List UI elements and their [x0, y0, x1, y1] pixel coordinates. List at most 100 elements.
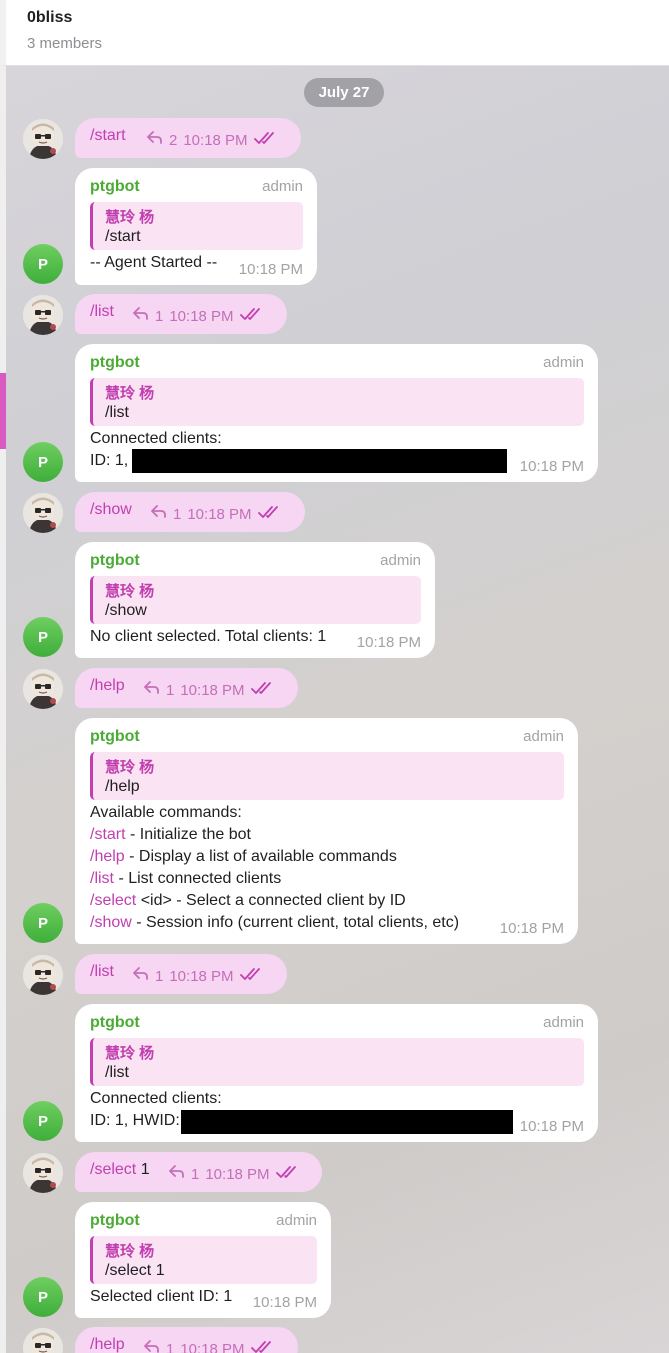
reply-quote[interactable]: 慧玲 杨 /show	[90, 576, 421, 624]
member-count: 3 members	[27, 35, 103, 52]
reply-count[interactable]: 1	[155, 308, 163, 325]
outgoing-message[interactable]: /list 1 10:18 PM	[75, 954, 287, 994]
reply-count[interactable]: 1	[173, 506, 181, 523]
message-list[interactable]: July 27 /start 2 10:18 PM ptgbot admin 慧…	[6, 66, 669, 1353]
command-link[interactable]: /select	[90, 892, 136, 909]
command-text[interactable]: /help	[90, 677, 125, 695]
sender-name[interactable]: ptgbot	[90, 728, 140, 746]
command-text[interactable]: /help	[90, 1336, 125, 1353]
command-name[interactable]: /select	[90, 1161, 136, 1178]
incoming-message[interactable]: ptgbot admin 慧玲 杨 /list Connected client…	[75, 344, 598, 482]
reply-icon	[151, 505, 167, 523]
message-text: No client selected. Total clients: 1	[90, 628, 327, 645]
message-time: 10:18 PM	[183, 131, 248, 149]
command-description: <id> - Select a connected client by ID	[136, 892, 406, 909]
command-text[interactable]: /list	[90, 963, 114, 981]
bot-avatar[interactable]: P	[23, 1101, 63, 1141]
message-meta: 2 10:18 PM	[147, 131, 276, 149]
reply-count[interactable]: 1	[155, 968, 163, 985]
command-description: - Display a list of available commands	[124, 848, 397, 865]
sender-name[interactable]: ptgbot	[90, 552, 140, 570]
message-time: 10:18 PM	[238, 261, 303, 278]
command-text[interactable]: /select 1	[90, 1161, 150, 1179]
quote-author: 慧玲 杨	[105, 385, 155, 402]
bot-avatar[interactable]: P	[23, 903, 63, 943]
quote-author: 慧玲 杨	[105, 583, 155, 600]
bot-avatar[interactable]: P	[23, 244, 63, 284]
outgoing-message[interactable]: /list 1 10:18 PM	[75, 294, 287, 334]
reply-count[interactable]: 1	[166, 1341, 174, 1353]
outgoing-message[interactable]: /help 1 10:18 PM	[75, 1327, 298, 1353]
incoming-message[interactable]: ptgbot admin 慧玲 杨 /help Available comman…	[75, 718, 578, 944]
command-text[interactable]: /show	[90, 501, 132, 519]
outgoing-message[interactable]: /help 1 10:18 PM	[75, 668, 298, 708]
reply-quote[interactable]: 慧玲 杨 /list	[90, 1038, 584, 1086]
command-link[interactable]: /start	[90, 826, 126, 843]
reply-quote[interactable]: 慧玲 杨 /start	[90, 202, 303, 250]
bot-avatar[interactable]: P	[23, 1277, 63, 1317]
command-link[interactable]: /list	[90, 870, 114, 887]
quote-text: /help	[105, 778, 140, 795]
incoming-message[interactable]: ptgbot admin 慧玲 杨 /start -- Agent Starte…	[75, 168, 317, 285]
date-separator: July 27	[304, 78, 384, 107]
reply-count[interactable]: 1	[166, 682, 174, 699]
double-check-icon	[239, 967, 262, 985]
message-meta: 1 10:18 PM	[133, 967, 262, 985]
incoming-message[interactable]: ptgbot admin 慧玲 杨 /show No client select…	[75, 542, 435, 658]
message-time: 10:18 PM	[205, 1165, 270, 1183]
double-check-icon	[257, 505, 280, 523]
message-time: 10:18 PM	[252, 1294, 317, 1311]
sender-name[interactable]: ptgbot	[90, 178, 140, 196]
message-meta: 1 10:18 PM	[169, 1165, 298, 1183]
reply-quote[interactable]: 慧玲 杨 /select 1	[90, 1236, 317, 1284]
message-time: 10:18 PM	[169, 967, 234, 985]
reply-count[interactable]: 2	[169, 132, 177, 149]
user-avatar[interactable]	[23, 1153, 63, 1193]
sender-role: admin	[523, 728, 564, 745]
command-link[interactable]: /show	[90, 914, 132, 931]
quote-author: 慧玲 杨	[105, 1243, 155, 1260]
chat-header[interactable]: 0bliss 3 members	[0, 0, 669, 66]
message-meta: 1 10:18 PM	[133, 307, 262, 325]
user-avatar[interactable]	[23, 669, 63, 709]
reply-icon	[133, 967, 149, 985]
message-time: 10:18 PM	[499, 920, 564, 937]
reply-icon	[169, 1165, 185, 1183]
user-avatar[interactable]	[23, 955, 63, 995]
reply-quote[interactable]: 慧玲 杨 /help	[90, 752, 564, 800]
message-time: 10:18 PM	[519, 1118, 584, 1135]
sender-name[interactable]: ptgbot	[90, 1014, 140, 1032]
quote-text: /show	[105, 602, 147, 619]
reply-count[interactable]: 1	[191, 1166, 199, 1183]
outgoing-message[interactable]: /select 1 1 10:18 PM	[75, 1152, 322, 1192]
outgoing-message[interactable]: /start 2 10:18 PM	[75, 118, 301, 158]
user-avatar[interactable]	[23, 493, 63, 533]
reply-quote[interactable]: 慧玲 杨 /list	[90, 378, 584, 426]
outgoing-message[interactable]: /show 1 10:18 PM	[75, 492, 305, 532]
command-text[interactable]: /start	[90, 127, 126, 145]
sender-name[interactable]: ptgbot	[90, 354, 140, 372]
incoming-message[interactable]: ptgbot admin 慧玲 杨 /list Connected client…	[75, 1004, 598, 1142]
message-time: 10:18 PM	[180, 1340, 245, 1353]
user-avatar[interactable]	[23, 295, 63, 335]
message-time: 10:18 PM	[180, 681, 245, 699]
message-text: -- Agent Started --	[90, 254, 218, 271]
sender-role: admin	[543, 1014, 584, 1031]
incoming-message[interactable]: ptgbot admin 慧玲 杨 /select 1 Selected cli…	[75, 1202, 331, 1318]
user-avatar[interactable]	[23, 1328, 63, 1353]
bot-avatar[interactable]: P	[23, 442, 63, 482]
command-link[interactable]: /help	[90, 848, 125, 865]
bot-avatar[interactable]: P	[23, 617, 63, 657]
chat-title[interactable]: 0bliss	[27, 9, 72, 27]
quote-text: /list	[105, 1064, 129, 1081]
message-text: ID: 1,	[90, 452, 129, 469]
double-check-icon	[275, 1165, 298, 1183]
command-description: - List connected clients	[114, 870, 282, 887]
message-text: Selected client ID: 1	[90, 1288, 233, 1305]
sender-name[interactable]: ptgbot	[90, 1212, 140, 1230]
sender-role: admin	[276, 1212, 317, 1229]
message-text: ID: 1, HWID:	[90, 1112, 180, 1129]
command-text[interactable]: /list	[90, 303, 114, 321]
user-avatar[interactable]	[23, 119, 63, 159]
command-help-line: /help - Display a list of available comm…	[90, 848, 397, 866]
